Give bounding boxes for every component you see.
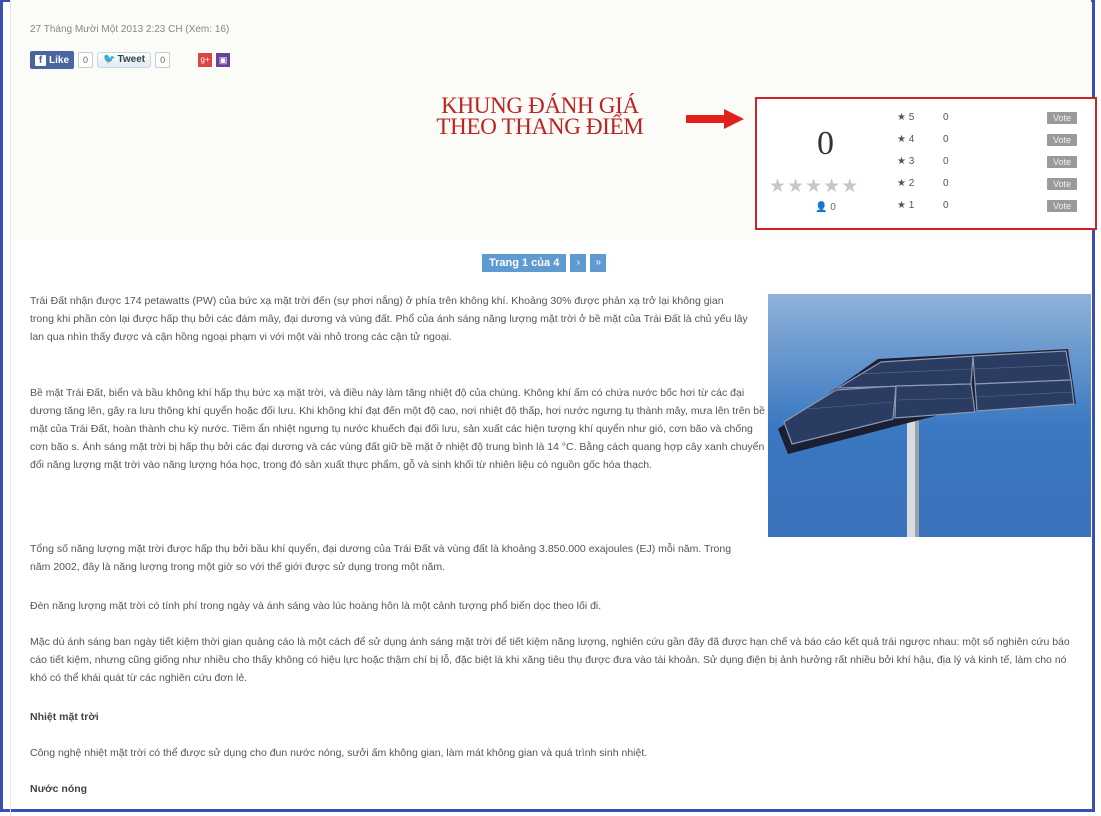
page-indicator: Trang 1 của 4 bbox=[482, 254, 567, 272]
rating-average: 0 bbox=[817, 125, 834, 162]
star-level: ★ 2 bbox=[897, 178, 915, 189]
paragraph: Công nghệ nhiệt mặt trời có thể được sử … bbox=[30, 747, 648, 759]
vote-button[interactable]: Vote bbox=[1047, 200, 1078, 212]
star-level: ★ 4 bbox=[897, 134, 915, 145]
annotation-line-2: THEO THANG ĐIỂM bbox=[436, 114, 644, 139]
vote-button[interactable]: Vote bbox=[1047, 134, 1078, 146]
star-icon[interactable]: ★ bbox=[823, 176, 841, 197]
rating-count: 0 bbox=[943, 156, 949, 167]
paragraph: Mặc dù ánh sáng ban ngày tiết kiệm thời … bbox=[30, 636, 1070, 684]
annotation-line-1: KHUNG ĐÁNH GIÁ bbox=[441, 93, 639, 118]
google-plus-icon[interactable]: g+ bbox=[198, 53, 213, 67]
rating-row: ★ 5 0 Vote bbox=[897, 112, 1092, 126]
rating-count: 0 bbox=[943, 112, 949, 123]
next-page-button[interactable]: › bbox=[570, 254, 587, 272]
article-date: 27 Tháng Mười Một 2013 2:23 CH (Xem: 16) bbox=[30, 24, 230, 35]
vote-button[interactable]: Vote bbox=[1047, 112, 1078, 124]
star-icon[interactable]: ★ bbox=[805, 176, 823, 197]
facebook-icon: f bbox=[35, 54, 46, 66]
solar-panel-image bbox=[768, 294, 1091, 537]
tweet-count: 0 bbox=[155, 52, 171, 68]
like-label: Like bbox=[49, 54, 70, 66]
rating-row: ★ 4 0 Vote bbox=[897, 134, 1092, 148]
vote-button[interactable]: Vote bbox=[1047, 178, 1078, 190]
save-icon[interactable]: ▣ bbox=[216, 53, 231, 67]
red-arrow-icon bbox=[686, 109, 744, 129]
tweet-button[interactable]: 🐦 Tweet bbox=[97, 52, 152, 68]
section-heading: Nước nóng bbox=[30, 783, 88, 795]
rating-panel: 0 ★★★★★ 👤 0 ★ 5 0 Vote ★ 4 0 Vote ★ 3 0 … bbox=[755, 97, 1097, 230]
paragraph: Bề mặt Trái Đất, biển và bầu không khí h… bbox=[30, 387, 765, 471]
star-icon[interactable]: ★ bbox=[841, 176, 859, 197]
rating-count: 0 bbox=[943, 200, 949, 211]
rating-row: ★ 2 0 Vote bbox=[897, 178, 1092, 192]
rating-count: 0 bbox=[943, 134, 949, 145]
star-level: ★ 3 bbox=[897, 156, 915, 167]
social-bar: f Like 0 🐦 Tweet 0 g+ ▣ bbox=[30, 51, 231, 69]
article-title-cut bbox=[30, 0, 170, 6]
star-icon[interactable]: ★ bbox=[769, 176, 787, 197]
star-icon[interactable]: ★ bbox=[787, 176, 805, 197]
rating-count: 0 bbox=[943, 178, 949, 189]
tweet-label: Tweet bbox=[117, 54, 146, 65]
star-level: ★ 5 bbox=[897, 112, 915, 123]
twitter-bird-icon: 🐦 bbox=[103, 54, 116, 65]
solar-panel-illustration bbox=[778, 349, 1076, 537]
rating-row: ★ 3 0 Vote bbox=[897, 156, 1092, 170]
paragraph: Trái Đất nhận được 174 petawatts (PW) củ… bbox=[30, 295, 748, 343]
last-page-button[interactable]: » bbox=[590, 254, 607, 272]
like-count: 0 bbox=[78, 52, 94, 68]
star-rating-input[interactable]: ★★★★★ bbox=[769, 175, 859, 198]
rating-row: ★ 1 0 Vote bbox=[897, 200, 1092, 214]
rating-annotation: KHUNG ĐÁNH GIÁ THEO THANG ĐIỂM bbox=[400, 93, 680, 139]
paragraph: Tổng số năng lượng mặt trời được hấp thụ… bbox=[30, 543, 732, 573]
user-count: 👤 0 bbox=[815, 202, 836, 213]
star-level: ★ 1 bbox=[897, 200, 915, 211]
left-border-line bbox=[10, 0, 11, 816]
vote-button[interactable]: Vote bbox=[1047, 156, 1078, 168]
paragraph: Đèn năng lượng mặt trời có tính phí tron… bbox=[30, 600, 602, 612]
facebook-like-button[interactable]: f Like bbox=[30, 51, 75, 69]
section-heading: Nhiệt mặt trời bbox=[30, 711, 99, 723]
pagination: Trang 1 của 4 › » bbox=[482, 254, 607, 272]
user-icon: 👤 bbox=[815, 202, 828, 213]
